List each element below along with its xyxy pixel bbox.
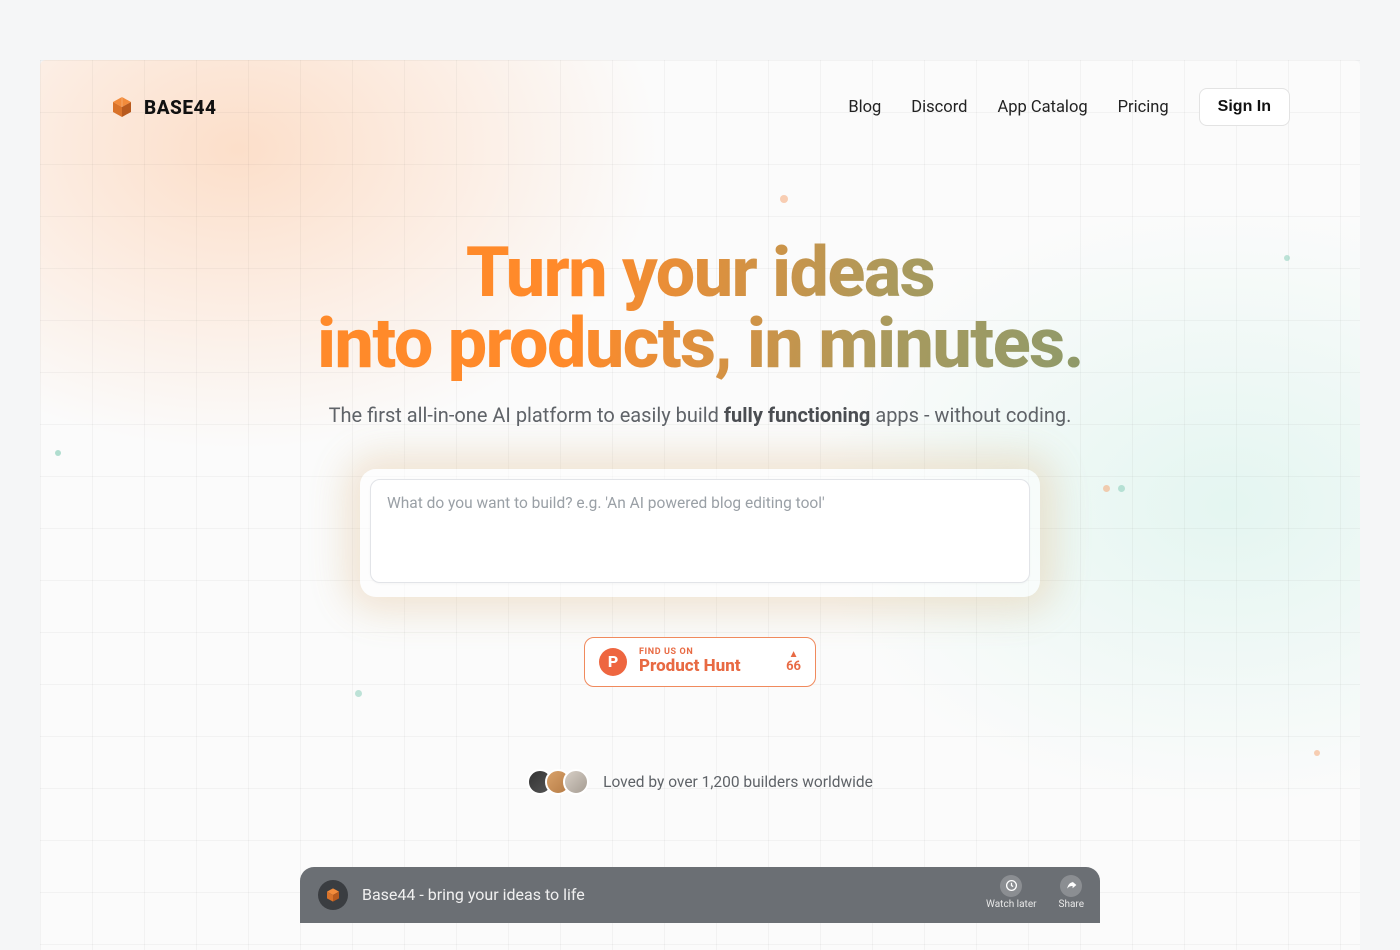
top-nav: Blog Discord App Catalog Pricing Sign In [848,88,1290,126]
hero-headline-line1: Turn your ideas [466,232,934,314]
tagline-bold: fully functioning [724,403,870,427]
hero-headline: Turn your ideas into products, in minute… [317,238,1083,381]
product-hunt-upvote: ▲ 66 [786,650,801,673]
prompt-container [360,469,1040,597]
video-embed[interactable]: Base44 - bring your ideas to life Watch … [300,867,1100,923]
video-title: Base44 - bring your ideas to life [362,885,585,904]
product-hunt-name: Product Hunt [639,658,774,676]
cube-logo-icon [110,95,134,119]
tagline-post: apps - without coding. [870,403,1071,427]
nav-link-blog[interactable]: Blog [848,98,881,117]
video-channel-icon [318,880,348,910]
brand[interactable]: BASE44 [110,95,216,119]
social-proof-text: Loved by over 1,200 builders worldwide [603,773,873,791]
nav-link-discord[interactable]: Discord [911,98,967,117]
hero-headline-line2: into products, in minutes. [317,303,1083,385]
build-prompt-input[interactable] [370,479,1030,583]
avatar [563,769,589,795]
share-label: Share [1059,899,1084,910]
tagline-pre: The first all-in-one AI platform to easi… [329,403,724,427]
social-proof: Loved by over 1,200 builders worldwide [40,769,1360,795]
site-header: BASE44 Blog Discord App Catalog Pricing … [40,60,1360,130]
product-hunt-upvote-count: 66 [786,660,801,673]
hero: Turn your ideas into products, in minute… [40,130,1360,923]
product-hunt-badge[interactable]: P FIND US ON Product Hunt ▲ 66 [584,637,816,687]
brand-name: BASE44 [144,96,216,119]
share-button[interactable]: Share [1059,875,1084,910]
nav-link-app-catalog[interactable]: App Catalog [997,98,1087,117]
video-actions: Watch later Share [986,875,1084,910]
avatar-stack [527,769,589,795]
product-hunt-logo-icon: P [599,648,627,676]
hero-tagline: The first all-in-one AI platform to easi… [40,403,1360,427]
nav-link-pricing[interactable]: Pricing [1118,98,1169,117]
product-hunt-text: FIND US ON Product Hunt [639,648,774,675]
watch-later-button[interactable]: Watch later [986,875,1036,910]
clock-icon [1000,875,1022,897]
share-icon [1060,875,1082,897]
sign-in-button[interactable]: Sign In [1199,88,1290,126]
watch-later-label: Watch later [986,899,1036,910]
